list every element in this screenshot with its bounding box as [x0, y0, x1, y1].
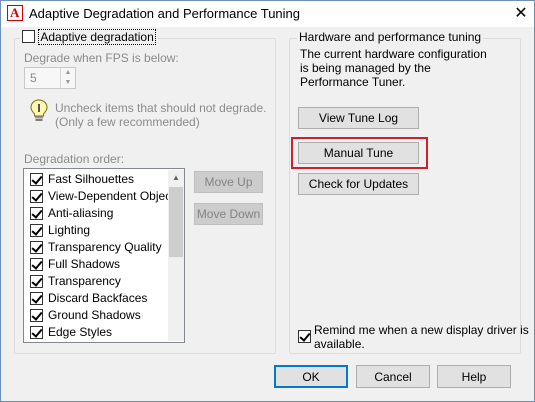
remind-checkbox[interactable] [298, 330, 311, 343]
list-item[interactable]: Edge Styles [26, 324, 168, 341]
list-item[interactable]: View-Dependent Objects [26, 188, 181, 205]
help-label: Help [461, 369, 487, 384]
ok-button[interactable]: OK [274, 365, 348, 388]
list-item-label: Lighting [48, 223, 91, 237]
manual-tune-button[interactable]: Manual Tune [298, 142, 419, 164]
title-bar: A Adaptive Degradation and Performance T… [1, 1, 534, 27]
move-down-button[interactable]: Move Down [194, 203, 263, 225]
remind-line-1[interactable]: Remind me when a new display driver is [314, 323, 529, 337]
check-for-updates-button[interactable]: Check for Updates [298, 173, 419, 195]
spin-up-icon[interactable]: ▲ [61, 68, 75, 78]
view-tune-log-button[interactable]: View Tune Log [298, 107, 419, 129]
item-checkbox[interactable] [30, 258, 43, 271]
fps-value[interactable]: 5 [30, 71, 37, 85]
description-line-1: The current hardware configuration [300, 47, 487, 61]
remind-line-2[interactable]: available. [314, 337, 365, 351]
scrollbar-thumb[interactable] [169, 187, 183, 257]
description-line-3: Performance Tuner. [300, 75, 406, 89]
list-item[interactable]: Discard Backfaces [26, 290, 168, 307]
adaptive-degradation-checkbox[interactable] [22, 30, 35, 44]
list-item-label: Edge Styles [48, 325, 113, 339]
check-for-updates-label: Check for Updates [308, 177, 409, 191]
cancel-label: Cancel [374, 369, 412, 384]
hint-line-1: Uncheck items that should not degrade. [55, 101, 267, 115]
item-checkbox[interactable] [30, 275, 43, 288]
item-checkbox[interactable] [30, 207, 43, 220]
hardware-tuning-title: Hardware and performance tuning [297, 30, 484, 44]
scroll-up-icon[interactable]: ▲ [168, 170, 184, 186]
close-icon[interactable]: ✕ [510, 4, 532, 24]
degradation-order-list[interactable]: Fast Silhouettes View-Dependent Objects … [23, 168, 185, 343]
fps-spinner[interactable]: 5 ▲ ▼ [24, 67, 76, 89]
item-checkbox[interactable] [30, 309, 43, 322]
list-item-label: Transparency [48, 274, 121, 288]
item-checkbox[interactable] [30, 241, 43, 254]
item-checkbox[interactable] [30, 190, 43, 203]
list-item-label: Transparency Quality [48, 240, 162, 254]
fps-label: Degrade when FPS is below: [24, 51, 179, 65]
list-item[interactable]: Anti-aliasing [26, 205, 168, 222]
description-line-2: is being managed by the [300, 61, 431, 75]
list-item[interactable]: Ground Shadows [26, 307, 168, 324]
ok-label: OK [302, 369, 320, 384]
manual-tune-label: Manual Tune [323, 146, 394, 160]
view-tune-log-label: View Tune Log [318, 111, 399, 125]
hint-line-2: (Only a few recommended) [55, 115, 200, 129]
list-item-label: View-Dependent Objects [48, 189, 181, 203]
app-icon: A [7, 5, 23, 21]
window-title: Adaptive Degradation and Performance Tun… [29, 6, 301, 21]
list-item-label: Discard Backfaces [48, 291, 148, 305]
adaptive-degradation-label[interactable]: Adaptive degradation [38, 29, 156, 45]
list-item[interactable]: Full Shadows [26, 256, 168, 273]
lightbulb-icon [30, 99, 48, 121]
item-checkbox[interactable] [30, 292, 43, 305]
item-checkbox[interactable] [30, 173, 43, 186]
list-item[interactable]: Lighting [26, 222, 168, 239]
cancel-button[interactable]: Cancel [356, 365, 430, 388]
adaptive-degradation-header: Adaptive degradation [20, 29, 158, 45]
list-item[interactable]: Transparency [26, 273, 168, 290]
list-item[interactable]: Fast Silhouettes [26, 171, 168, 188]
list-item[interactable]: Transparency Quality [26, 239, 168, 256]
list-item-label: Full Shadows [48, 257, 121, 271]
list-item-label: Anti-aliasing [48, 206, 114, 220]
move-up-button[interactable]: Move Up [194, 171, 263, 193]
move-down-label: Move Down [196, 207, 261, 221]
degradation-order-label: Degradation order: [24, 152, 125, 166]
item-checkbox[interactable] [30, 224, 43, 237]
move-up-label: Move Up [204, 175, 253, 189]
spin-down-icon[interactable]: ▼ [61, 78, 75, 88]
list-item-label: Fast Silhouettes [48, 172, 135, 186]
list-item-label: Ground Shadows [48, 308, 141, 322]
list-scrollbar[interactable]: ▲ [168, 170, 184, 341]
help-button[interactable]: Help [437, 365, 511, 388]
fps-spinner-buttons[interactable]: ▲ ▼ [60, 68, 75, 88]
item-checkbox[interactable] [30, 326, 43, 339]
